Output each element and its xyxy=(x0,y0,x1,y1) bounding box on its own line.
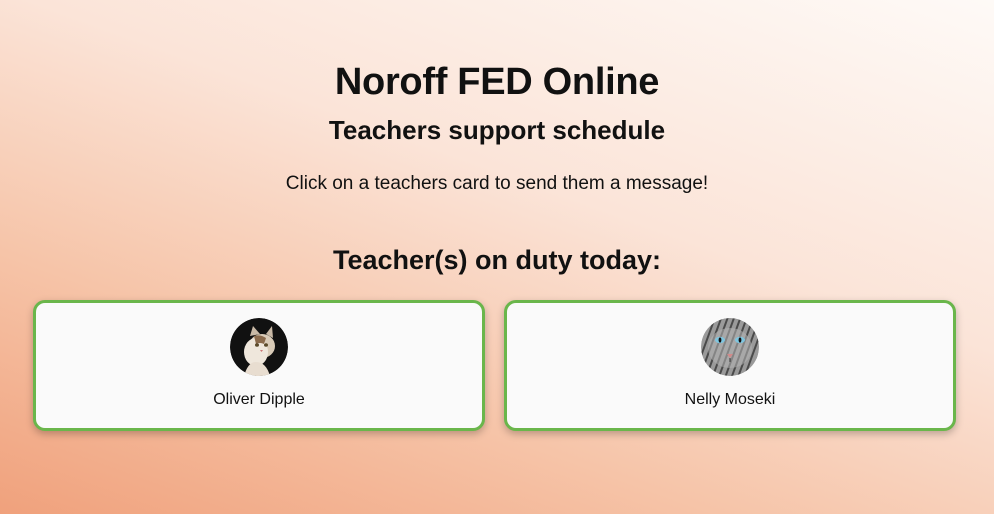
teacher-card[interactable]: Nelly Moseki xyxy=(504,300,956,431)
cat-avatar-icon xyxy=(230,318,288,376)
teacher-card[interactable]: Oliver Dipple xyxy=(33,300,485,431)
intro-text: Click on a teachers card to send them a … xyxy=(285,173,709,194)
teacher-cards: Oliver Dipple Nelly Moseki xyxy=(33,300,956,431)
cat-avatar-icon xyxy=(701,318,759,376)
page-header: Noroff FED Online Teachers support sched… xyxy=(0,56,994,198)
teacher-name: Oliver Dipple xyxy=(213,391,305,408)
duty-heading: Teacher(s) on duty today: xyxy=(332,245,662,275)
page-subtitle: Teachers support schedule xyxy=(328,115,666,145)
teacher-name: Nelly Moseki xyxy=(684,391,776,408)
page-title: Noroff FED Online xyxy=(334,61,660,103)
